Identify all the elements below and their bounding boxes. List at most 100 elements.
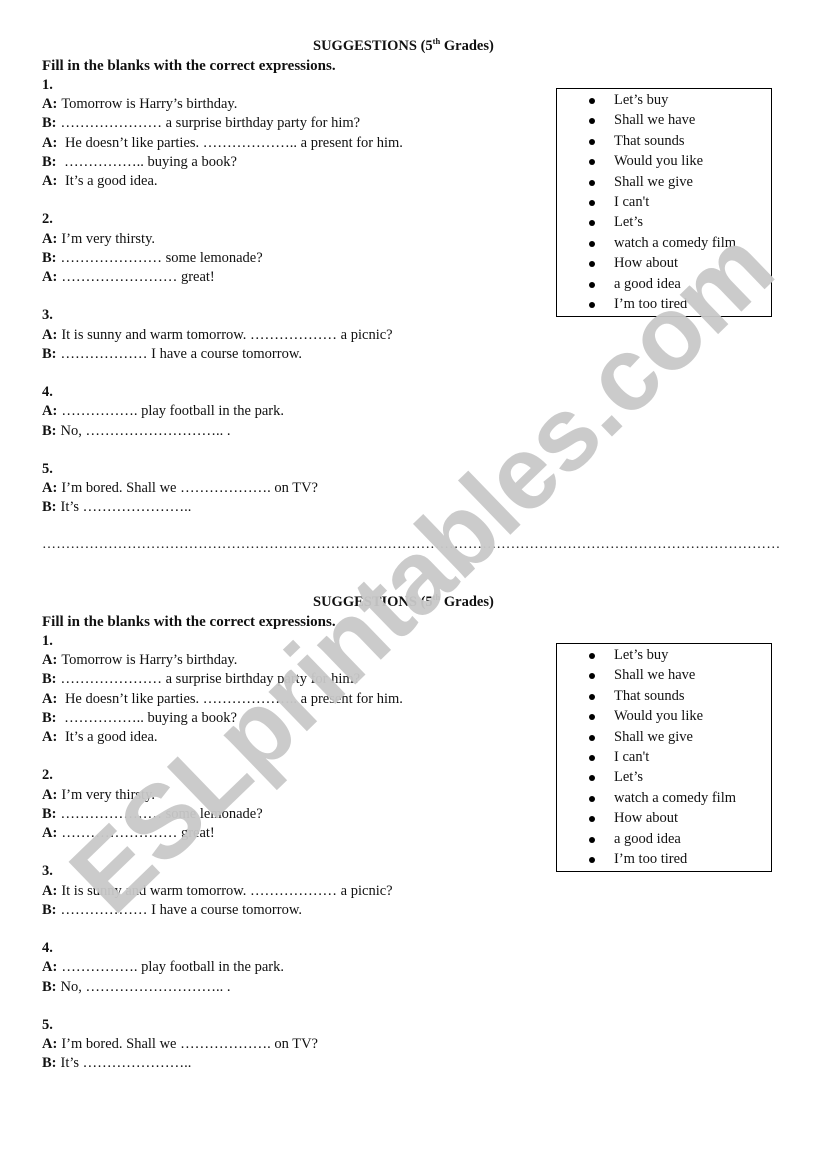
word-box-item: a good idea: [557, 274, 771, 294]
speaker-label: B:: [42, 249, 57, 266]
dialogue-line: A:……………. play football in the park.: [42, 958, 403, 977]
dialogue-text: I’m very thirsty.: [61, 786, 156, 803]
dialogue-text: …………….. buying a book?: [60, 153, 237, 170]
dialogue-line: B:………………… some lemonade?: [42, 805, 403, 824]
word-box-text: watch a comedy film: [614, 234, 736, 251]
word-box-item: Would you like: [557, 151, 771, 171]
word-box-text: Shall we have: [614, 667, 696, 684]
exercise-5: 5. A: I’m bored. Shall we ………………. on TV? B:…: [42, 1016, 403, 1074]
word-box-text: That sounds: [614, 687, 685, 704]
word-box-text: I’m too tired: [614, 850, 688, 867]
dialogue-text: ………………… some lemonade?: [60, 805, 263, 822]
speaker-label: A:: [42, 690, 58, 707]
word-box-text: Let’s buy: [614, 647, 669, 663]
bullet-icon: [589, 240, 595, 247]
bullet-icon: [589, 199, 595, 206]
word-box-item: Shall we have: [557, 665, 771, 685]
exercise-number: 4.: [42, 384, 53, 401]
dialogue-text: ……………. play football in the park.: [61, 959, 285, 976]
dialogue-line: A: It is sunny and warm tomorrow. ……………… …: [42, 882, 403, 901]
dialogue-text: …………………… great!: [61, 269, 215, 286]
dialogue-line: A:…………………… great!: [42, 268, 403, 287]
speaker-label: A:: [42, 959, 58, 976]
title-suffix: Grades): [440, 38, 494, 54]
bullet-icon: [589, 653, 595, 659]
dialogue-line: A: It’s a good idea.: [42, 728, 403, 747]
dialogue-text: Tomorrow is Harry’s birthday.: [61, 652, 238, 669]
exercise-number: 2.: [42, 211, 53, 228]
speaker-label: B:: [42, 978, 57, 995]
word-box: Let’s buy Shall we have That sounds Would y…: [556, 88, 772, 318]
speaker-label: A:: [42, 825, 58, 842]
bullet-icon: [589, 220, 595, 227]
dialogue-line: A: He doesn’t like parties. ……………….. a p…: [42, 134, 403, 153]
dialogue-text: I’m bored. Shall we ………………. on TV?: [61, 1036, 318, 1053]
word-box-text: Let’s: [614, 214, 643, 231]
dialogue-line: A:……………. play football in the park.: [42, 402, 403, 421]
word-list: Let’s buy Shall we have That sounds Would y…: [557, 645, 771, 869]
speaker-label: A:: [42, 134, 58, 151]
dialogue-text: It’s a good idea.: [61, 173, 158, 190]
dialogue-line: B: No, ……………………….. .: [42, 422, 403, 441]
dialogue-line: B: It’s …………………..: [42, 498, 403, 517]
dialogue-text: It’s a good idea.: [61, 729, 158, 746]
bullet-icon: [589, 179, 595, 186]
word-box-text: That sounds: [614, 132, 685, 149]
word-box-text: Would you like: [614, 153, 704, 170]
dialogue-line: A:…………………… great!: [42, 824, 403, 843]
speaker-label: A:: [42, 729, 58, 746]
word-box-item: Let’s buy: [557, 90, 771, 110]
exercise-3: 3. A: It is sunny and warm tomorrow. ………………: [42, 306, 403, 364]
bullet-icon: [589, 693, 595, 700]
word-box-item: Shall we have: [557, 110, 771, 130]
dialogue-line: A: I’m very thirsty.: [42, 786, 403, 805]
exercise-2: 2. A: I’m very thirsty. B:………………… some lemo…: [42, 210, 403, 287]
exercise-2: 2. A: I’m very thirsty. B:………………… some lemo…: [42, 766, 403, 843]
dialogue-text: He doesn’t like parties. ……………….. a pres…: [61, 134, 403, 151]
speaker-label: A:: [42, 96, 58, 113]
word-box-text: a good idea: [614, 830, 681, 847]
word-box-item: That sounds: [557, 131, 771, 151]
dialogue-text: ……………. play football in the park.: [61, 403, 285, 420]
speaker-label: A:: [42, 480, 58, 497]
word-box-item: Shall we give: [557, 727, 771, 747]
word-box-text: watch a comedy film: [614, 789, 736, 806]
bullet-icon: [589, 775, 595, 782]
dialogue-line: A: Tomorrow is Harry’s birthday.: [42, 651, 403, 670]
dialogue-line: A: It’s a good idea.: [42, 172, 403, 191]
word-box-item: watch a comedy film: [557, 788, 771, 808]
instruction-text: Fill in the blanks with the correct expr…: [42, 614, 336, 630]
dialogue-text: ……………… I have a course tomorrow.: [60, 345, 302, 362]
dialogue-text: It’s …………………..: [60, 1055, 192, 1072]
speaker-label: A:: [42, 269, 58, 286]
word-box-item: a good idea: [557, 829, 771, 849]
word-box-text: I can't: [614, 193, 650, 210]
bullet-icon: [589, 795, 595, 802]
dialogue-line: A: I’m bored. Shall we ………………. on TV?: [42, 479, 403, 498]
bullet-icon: [589, 673, 595, 680]
dialogue-line: B:………………… a surprise birthday party for …: [42, 114, 403, 133]
word-box-item: Shall we give: [557, 172, 771, 192]
speaker-label: A:: [42, 786, 58, 803]
word-box: Let’s buy Shall we have That sounds Would y…: [556, 643, 772, 873]
word-box-item: I can't: [557, 747, 771, 767]
word-box-text: I can't: [614, 748, 650, 765]
speaker-label: B:: [42, 499, 57, 516]
exercise-4: 4. A:……………. play football in the park. B: N…: [42, 383, 403, 441]
exercise-number: 1.: [42, 77, 53, 93]
word-box-item: Let’s: [557, 212, 771, 232]
exercise-number: 4.: [42, 940, 53, 957]
speaker-label: A:: [42, 403, 58, 420]
bullet-icon: [589, 138, 595, 145]
word-box-text: I’m too tired: [614, 295, 688, 312]
speaker-label: B:: [42, 1055, 57, 1072]
exercise-list: 1. A: Tomorrow is Harry’s birthday. B:………………: [42, 76, 403, 537]
word-box-text: Let’s buy: [614, 92, 669, 108]
dialogue-line: A: He doesn’t like parties. ……………….. a p…: [42, 690, 403, 709]
word-box-text: Shall we give: [614, 728, 693, 745]
dialogue-line: A: I’m bored. Shall we ………………. on TV?: [42, 1035, 403, 1054]
dialogue-text: ………………… a surprise birthday party for hi…: [60, 115, 361, 132]
cut-line-divider: ……………………………………………………………………………………………………………: [42, 538, 780, 552]
dialogue-line: B:……………… I have a course tomorrow.: [42, 901, 403, 920]
dialogue-text: ……………… I have a course tomorrow.: [60, 901, 302, 918]
